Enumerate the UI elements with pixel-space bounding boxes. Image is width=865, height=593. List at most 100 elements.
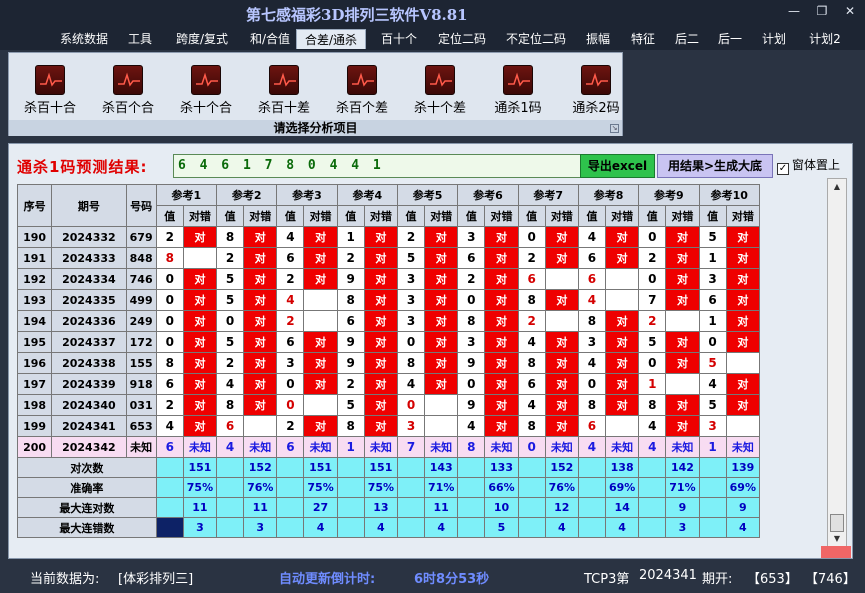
stats-value: 10 [484, 497, 519, 518]
menu-item[interactable]: 系统数据 [56, 29, 112, 49]
checkbox-checked-icon[interactable]: ✓ [777, 163, 789, 175]
menu-item[interactable]: 定位二码 [434, 29, 490, 49]
prediction-result-field[interactable]: 6 4 6 1 7 8 0 4 4 1 [173, 154, 583, 178]
menu-item[interactable]: 计划2 [803, 29, 847, 49]
ref-result: 对 [484, 331, 519, 353]
stats-value: 69% [605, 477, 640, 498]
maximize-button[interactable]: ❐ [810, 2, 834, 20]
ref-value: 3 [396, 310, 426, 332]
stats-spacer [698, 497, 727, 518]
menu-item[interactable]: 特征 [627, 29, 659, 49]
stats-value: 138 [605, 457, 640, 478]
ref-result: 对 [665, 352, 700, 374]
ref-header[interactable]: 参考1 [155, 184, 218, 206]
ref-result: 对 [303, 247, 338, 269]
menu-item[interactable]: 不定位二码 [502, 29, 570, 49]
ref-result: 对 [182, 373, 218, 395]
ref-result: 对 [605, 352, 640, 374]
menu-item[interactable]: 百十个 [377, 29, 421, 49]
ref-header[interactable]: 参考10 [698, 184, 761, 206]
value-subheader: 值 [216, 205, 245, 227]
scroll-down-icon[interactable]: ▼ [830, 532, 844, 546]
scroll-thumb[interactable] [830, 514, 844, 532]
menu-item[interactable]: 振幅 [582, 29, 614, 49]
table-row[interactable]: 190 2024332 679 2 对 8 对 4 对 1 对 2 对 3 对 0 对 4 对 0 对 5 对 [16, 226, 761, 248]
table-row[interactable]: 195 2024337 172 0 对 5 对 6 对 9 对 0 对 3 对 4 对 3 对 5 对 0 对 [16, 331, 761, 353]
col-number-header: 号码 [125, 184, 157, 227]
row-index: 196 [16, 352, 53, 374]
stats-value: 9 [665, 497, 700, 518]
table-row[interactable]: 199 2024341 653 4 对 6 2 对 8 对 3 4 对 8 对 6 4 对 3 [16, 415, 761, 437]
ref-result [424, 394, 459, 416]
row-index: 200 [16, 436, 53, 458]
table-row[interactable]: 200 2024342 未知 6 未知 4 未知 6 未知 1 未知 7 未知 8 未知 0 未知 4 未知 4 未知 1… [16, 436, 761, 458]
ref-value: 0 [517, 436, 546, 458]
stats-spacer [155, 477, 184, 498]
stats-value: 76% [544, 477, 579, 498]
resize-grip[interactable] [821, 546, 851, 558]
ref-value: 4 [276, 226, 305, 248]
ref-header[interactable]: 参考7 [517, 184, 579, 206]
ref-header[interactable]: 参考9 [638, 184, 700, 206]
ref-header[interactable]: 参考5 [396, 184, 459, 206]
close-button[interactable]: ✕ [838, 2, 862, 20]
ribbon-button-label: 杀百十差 [257, 101, 310, 116]
table-row[interactable]: 193 2024335 499 0 对 5 对 4 8 对 3 对 0 对 8 对 4 7 对 6 对 [16, 289, 761, 311]
chart-icon [269, 65, 299, 95]
topmost-checkbox[interactable]: ✓ 窗体置上 [777, 154, 840, 176]
ribbon-button-label: 通杀2码 [572, 101, 620, 116]
row-number: 848 [125, 247, 157, 269]
table-row[interactable]: 197 2024339 918 6 对 4 对 0 对 2 对 4 对 0 对 6 对 0 对 1 4 对 [16, 373, 761, 395]
vertical-scrollbar[interactable]: ▲ ▼ [827, 178, 847, 548]
ref-result [303, 289, 338, 311]
ref-header[interactable]: 参考6 [457, 184, 519, 206]
stats-value: 3 [182, 517, 218, 538]
menu-item[interactable]: 和/合值 [242, 29, 298, 49]
menu-item[interactable]: 工具 [124, 29, 156, 49]
stats-value: 4 [605, 517, 640, 538]
draw-label: TCP3第 [584, 572, 630, 587]
ref-value: 2 [517, 310, 546, 332]
table-row[interactable]: 192 2024334 746 0 对 5 对 2 对 9 对 3 对 2 对 6 6 0 对 3 对 [16, 268, 761, 290]
scroll-up-icon[interactable]: ▲ [830, 180, 844, 194]
menu-item[interactable]: 跨度/复式 [168, 29, 236, 49]
value-subheader: 值 [396, 205, 426, 227]
ref-value: 6 [276, 436, 305, 458]
ref-header[interactable]: 参考4 [336, 184, 398, 206]
ref-value: 5 [216, 268, 245, 290]
table-row[interactable]: 191 2024333 848 8 2 对 6 对 2 对 5 对 6 对 2 对 6 对 2 对 1 对 [16, 247, 761, 269]
table-row[interactable]: 194 2024336 249 0 对 0 对 2 6 对 3 对 8 对 2 8 对 2 1 对 [16, 310, 761, 332]
value-subheader: 值 [336, 205, 365, 227]
menu-item[interactable]: 后一 [714, 29, 746, 49]
menu-item[interactable]: 合差/通杀 [296, 29, 366, 49]
ref-result: 对 [182, 310, 218, 332]
ref-result: 对 [243, 331, 278, 353]
minimize-button[interactable]: — [782, 2, 806, 20]
ref-header[interactable]: 参考3 [276, 184, 338, 206]
stats-spacer [638, 497, 667, 518]
ref-value: 6 [517, 268, 546, 290]
ref-header[interactable]: 参考2 [216, 184, 278, 206]
generate-base-button[interactable]: 用结果>生成大底 [657, 154, 773, 178]
menu-item[interactable]: 计划 [758, 29, 790, 49]
stats-spacer [638, 517, 667, 538]
export-excel-button[interactable]: 导出excel [580, 154, 655, 178]
menu-item[interactable]: 后二 [671, 29, 703, 49]
row-index: 193 [16, 289, 53, 311]
ref-value: 6 [457, 247, 486, 269]
ribbon-button-label: 通杀1码 [494, 101, 542, 116]
ref-header[interactable]: 参考8 [577, 184, 640, 206]
table-row[interactable]: 196 2024338 155 8 对 2 对 3 对 9 对 8 对 9 对 8 对 4 对 0 对 5 [16, 352, 761, 374]
ref-value: 6 [698, 289, 727, 311]
table-row[interactable]: 198 2024340 031 2 对 8 对 0 5 对 0 9 对 4 对 8 对 8 对 5 对 [16, 394, 761, 416]
row-index: 199 [16, 415, 53, 437]
stats-spacer [396, 517, 426, 538]
ref-value: 0 [638, 268, 667, 290]
ref-value: 9 [457, 352, 486, 374]
ref-result [303, 310, 338, 332]
ref-result: 对 [363, 226, 398, 248]
dialog-launcher-icon[interactable]: ↘ [610, 124, 619, 133]
stats-value: 66% [484, 477, 519, 498]
ref-value: 2 [457, 268, 486, 290]
stats-value: 142 [665, 457, 700, 478]
